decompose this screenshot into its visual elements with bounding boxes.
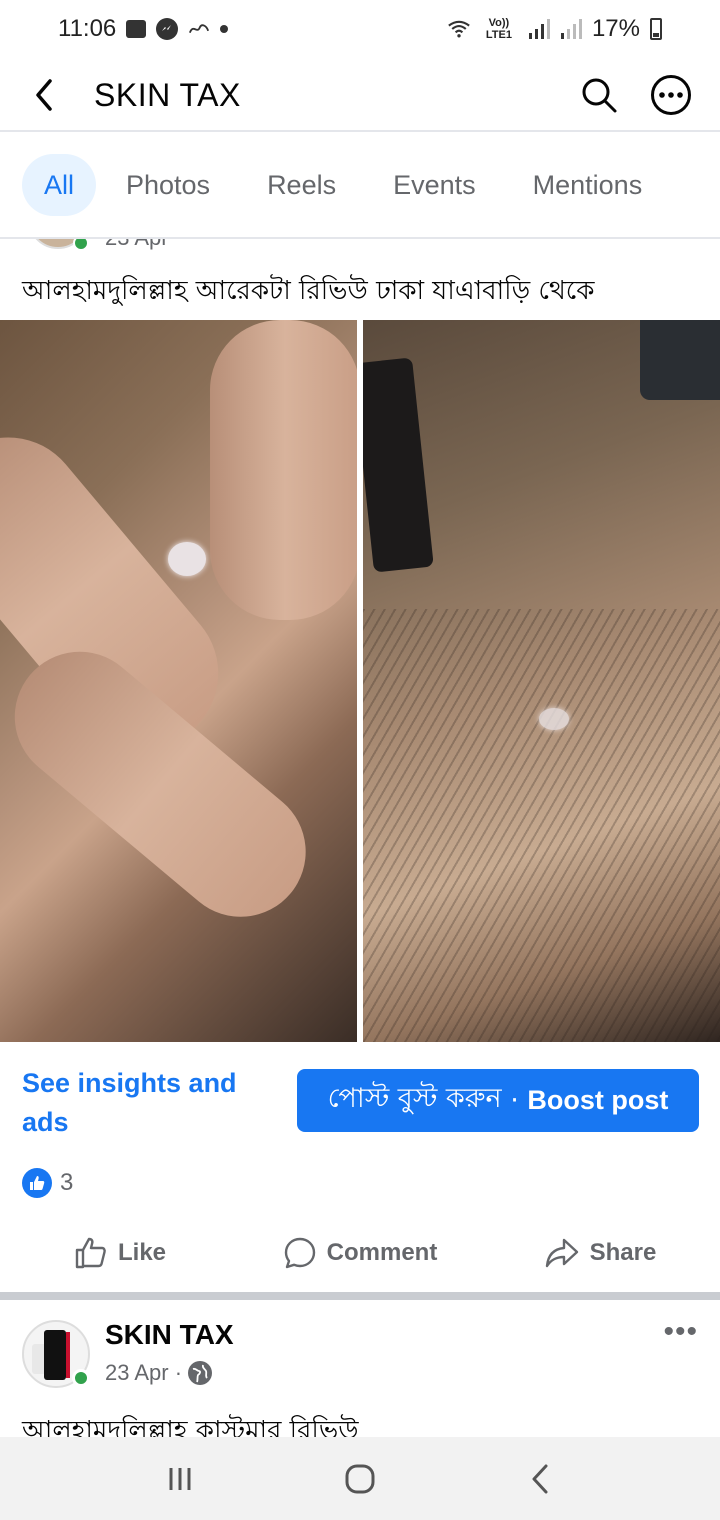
page-header: SKIN TAX [0, 60, 720, 132]
wifi-icon [448, 18, 470, 40]
system-nav-bar [0, 1437, 720, 1520]
search-icon [582, 78, 617, 113]
back-icon [532, 1464, 548, 1493]
post2-author[interactable]: SKIN TAX [105, 1319, 234, 1351]
home-icon [345, 1464, 375, 1493]
reactions-summary[interactable]: 3 [22, 1168, 73, 1198]
globe-icon [188, 1361, 213, 1385]
signal-2-icon [560, 18, 582, 40]
share-arrow-icon [545, 1238, 578, 1268]
product-box-accent [66, 1332, 70, 1378]
back-button[interactable] [24, 75, 64, 115]
reaction-count: 3 [60, 1169, 74, 1196]
status-right: Vo)) LTE1 17% [448, 15, 662, 43]
skin-spot [168, 542, 206, 576]
like-label: Like [117, 1239, 167, 1266]
post2-more-button[interactable]: ••• [663, 1315, 698, 1349]
like-reaction-icon [22, 1168, 52, 1198]
boost-separator: · [501, 1085, 528, 1116]
signal-1-icon [528, 18, 550, 40]
post1-date: 23 Apr [105, 239, 169, 251]
recents-icon [169, 1467, 191, 1490]
tab-mentions[interactable]: Mentions [506, 154, 670, 216]
post1-header-partial: 23 Apr [0, 239, 720, 255]
status-bar: 11:06 Vo)) LTE1 17% [0, 0, 720, 58]
comment-label: Comment [326, 1239, 438, 1266]
search-button[interactable] [576, 72, 622, 118]
phone-object [363, 357, 434, 573]
status-left: 11:06 [58, 15, 229, 43]
boost-label-en: Boost post [527, 1085, 669, 1115]
comment-button[interactable]: Comment [240, 1222, 480, 1284]
battery-percent: 17% [591, 15, 640, 42]
arm-texture [363, 608, 720, 1042]
online-status-dot [72, 1369, 90, 1387]
keyboard-object [640, 320, 720, 400]
gallery-notification-icon [126, 20, 147, 38]
more-options-button[interactable] [648, 72, 694, 118]
post2-meta: 23 Apr · [105, 1360, 213, 1386]
tab-photos[interactable]: Photos [99, 154, 237, 216]
messenger-notification-icon [156, 18, 179, 40]
share-label: Share [589, 1239, 657, 1266]
see-insights-link[interactable]: See insights and ads [22, 1064, 272, 1142]
filter-tabs: All Photos Reels Events Mentions [0, 150, 720, 220]
post1-promo-row: See insights and ads পোস্ট বুস্ট করুন · … [0, 1060, 720, 1140]
skin-spot [539, 708, 569, 730]
status-time: 11:06 [58, 15, 117, 42]
post1-photo-wrist[interactable] [363, 320, 720, 1042]
more-notifications-dot-icon [220, 25, 229, 33]
online-status-dot [73, 239, 89, 251]
post-separator [0, 1292, 720, 1300]
boost-post-button[interactable]: পোস্ট বুস্ট করুন · Boost post [297, 1069, 699, 1132]
page-title: SKIN TAX [94, 76, 241, 113]
recents-button[interactable] [150, 1449, 210, 1509]
tab-all[interactable]: All [22, 154, 96, 216]
post2-date[interactable]: 23 Apr · [105, 1360, 182, 1386]
finger-shape [210, 320, 357, 620]
tab-events[interactable]: Events [366, 154, 503, 216]
post2-text: আলহামদুলিল্লাহ কাস্টমার রিভিউ [22, 1416, 359, 1437]
comment-bubble-icon [284, 1237, 315, 1269]
more-horizontal-icon [651, 75, 691, 115]
home-button[interactable] [330, 1449, 390, 1509]
chevron-left-icon [36, 79, 52, 111]
nav-back-button[interactable] [510, 1449, 570, 1509]
post1-photo-hand[interactable] [0, 320, 357, 1042]
network-label: Vo)) LTE1 [485, 17, 512, 41]
thumbs-up-icon [75, 1237, 106, 1269]
like-button[interactable]: Like [0, 1222, 240, 1284]
link-notification-icon [188, 18, 210, 40]
boost-label-bn: পোস্ট বুস্ট করুন [327, 1083, 502, 1114]
product-box-black [44, 1330, 66, 1380]
post2-text-container: আলহামদুলিল্লাহ কাস্টমার রিভিউ [0, 1410, 720, 1437]
post1-text: আলহামদুলিল্লাহ আরেকটা রিভিউ ঢাকা যাএাবাড… [22, 276, 595, 306]
tab-reels[interactable]: Reels [240, 154, 363, 216]
battery-icon [650, 18, 662, 40]
post1-action-bar: Like Comment Share [0, 1222, 720, 1284]
share-button[interactable]: Share [480, 1222, 720, 1284]
post1-photos [0, 320, 720, 1042]
